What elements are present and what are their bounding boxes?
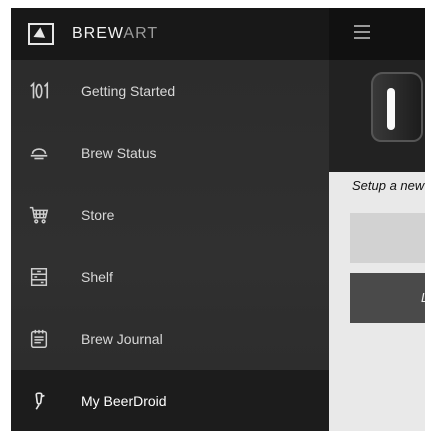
journal-icon — [28, 328, 50, 350]
app-window: Setup a new LIN BREWART — [11, 8, 425, 431]
drawer-menu: Getting Started Brew Status Store Shelf … — [11, 60, 329, 431]
menu-item-getting-started[interactable]: Getting Started — [11, 60, 329, 122]
brand-title-bold: BREW — [72, 25, 124, 42]
beerdroid-icon — [28, 390, 50, 412]
brewart-logo-icon — [28, 23, 54, 45]
navigation-drawer: BREWART Getting Started Brew Status Stor… — [11, 8, 329, 431]
menu-item-store[interactable]: Store — [11, 184, 329, 246]
101-icon — [28, 80, 50, 102]
setup-button[interactable] — [350, 213, 425, 263]
menu-item-shelf[interactable]: Shelf — [11, 246, 329, 308]
cart-icon — [28, 204, 50, 226]
shelf-icon — [28, 266, 50, 288]
menu-item-brew-status[interactable]: Brew Status — [11, 122, 329, 184]
menu-label-brew-status: Brew Status — [81, 145, 157, 161]
menu-item-brew-journal[interactable]: Brew Journal — [11, 308, 329, 370]
drawer-header: BREWART — [11, 8, 329, 60]
menu-label-shelf: Shelf — [81, 269, 113, 285]
menu-label-store: Store — [81, 207, 115, 223]
brand-title-light: ART — [123, 25, 159, 42]
menu-label-getting-started: Getting Started — [81, 83, 176, 99]
menu-label-my-beerdroid: My BeerDroid — [81, 393, 167, 409]
menu-label-brew-journal: Brew Journal — [81, 331, 163, 347]
brand-title: BREWART — [72, 25, 158, 43]
menu-item-my-beerdroid[interactable]: My BeerDroid — [11, 370, 329, 431]
hamburger-menu-icon[interactable] — [354, 25, 370, 41]
setup-instruction-text: Setup a new — [352, 178, 425, 193]
link-button[interactable]: LIN — [350, 273, 425, 323]
brew-status-icon — [28, 142, 50, 164]
beerdroid-machine-image — [371, 72, 423, 142]
screen-frame: Setup a new LIN BREWART — [0, 0, 432, 437]
